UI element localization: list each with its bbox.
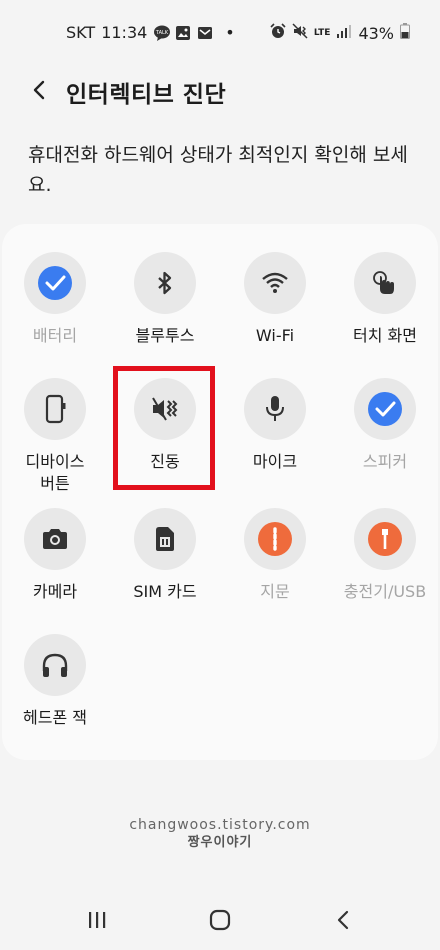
talk-icon: TALK	[153, 25, 171, 41]
test-camera[interactable]: 카메라	[0, 508, 110, 603]
camera-icon	[43, 529, 67, 549]
charger-circle	[354, 508, 416, 570]
speaker-check-circle	[354, 378, 416, 440]
test-touch-screen[interactable]: 터치 화면	[330, 252, 440, 347]
svg-text:TALK: TALK	[155, 30, 169, 36]
tile-label: SIM 카드	[133, 582, 197, 601]
camera-circle	[24, 508, 86, 570]
device-button-icon	[45, 394, 66, 424]
battery-icon	[400, 23, 410, 43]
navigation-bar	[0, 890, 440, 950]
tile-label: 지문	[260, 582, 290, 601]
battery-check-circle	[24, 252, 86, 314]
touch-circle	[354, 252, 416, 314]
tile-label: 블루투스	[135, 326, 195, 345]
sim-card-icon	[156, 527, 174, 551]
status-left: SKT 11:34 TALK •	[66, 23, 235, 42]
battery-percent: 43%	[358, 23, 394, 43]
status-right: LTE 43%	[270, 23, 410, 43]
tile-label: 충전기/USB	[343, 582, 427, 601]
test-fingerprint[interactable]: 지문	[220, 508, 330, 603]
test-charger-usb[interactable]: 충전기/USB	[330, 508, 440, 603]
tile-label: 배터리	[32, 326, 78, 345]
fingerprint-icon	[258, 522, 292, 556]
signal-icon	[336, 23, 352, 43]
watermark: changwoos.tistory.com 짱우이야기	[0, 817, 440, 851]
check-circle-icon	[368, 392, 402, 426]
home-icon	[209, 909, 231, 931]
tile-label: 스피커	[362, 452, 408, 471]
vibrate-status-icon	[292, 23, 308, 43]
tile-label: 디바이스 버튼	[25, 452, 85, 493]
nav-back-button[interactable]	[328, 904, 360, 936]
test-headphone-jack[interactable]: 헤드폰 잭	[0, 634, 110, 729]
test-microphone[interactable]: 마이크	[220, 378, 330, 473]
mail-icon	[197, 25, 213, 41]
more-notifications-dot: •	[225, 23, 235, 42]
test-battery[interactable]: 배터리	[0, 252, 110, 347]
highlight-box	[113, 366, 215, 490]
test-bluetooth[interactable]: 블루투스	[110, 252, 220, 347]
tile-label: Wi-Fi	[255, 326, 295, 345]
microphone-icon	[266, 396, 284, 421]
test-sim-card[interactable]: SIM 카드	[110, 508, 220, 603]
test-device-buttons[interactable]: 디바이스 버튼	[0, 378, 110, 495]
chevron-left-icon	[33, 80, 45, 100]
device-button-circle	[24, 378, 86, 440]
check-circle-icon	[38, 266, 72, 300]
sim-card-circle	[134, 508, 196, 570]
tile-label: 마이크	[252, 452, 298, 471]
watermark-url: changwoos.tistory.com	[129, 817, 311, 833]
recent-apps-button[interactable]	[81, 904, 113, 936]
headphones-circle	[24, 634, 86, 696]
clock: 11:34	[101, 23, 148, 42]
tile-label: 헤드폰 잭	[23, 708, 87, 727]
bluetooth-circle	[134, 252, 196, 314]
tile-label: 터치 화면	[353, 326, 417, 345]
headphones-icon	[42, 653, 68, 677]
microphone-circle	[244, 378, 306, 440]
status-bar: SKT 11:34 TALK • LTE 43%	[0, 0, 440, 66]
watermark-blog-name: 짱우이야기	[187, 835, 253, 850]
tile-label: 카메라	[32, 582, 78, 601]
test-speaker[interactable]: 스피커	[330, 378, 440, 473]
description-text: 휴대전화 하드웨어 상태가 최적인지 확인해 보세요.	[28, 144, 408, 196]
back-arrow-icon	[337, 910, 349, 930]
wifi-circle	[244, 252, 306, 314]
carrier: SKT	[66, 23, 96, 42]
alarm-icon	[270, 23, 286, 43]
network-type: LTE	[313, 27, 331, 38]
bluetooth-icon	[158, 271, 172, 295]
header: 인터렉티브 진단	[0, 66, 440, 116]
charger-icon	[368, 522, 402, 556]
gallery-icon	[175, 25, 191, 41]
test-wifi[interactable]: Wi-Fi	[220, 252, 330, 347]
back-button[interactable]	[26, 76, 54, 104]
wifi-icon	[262, 272, 288, 293]
recent-apps-icon	[89, 912, 106, 928]
fingerprint-circle	[244, 508, 306, 570]
touch-icon	[373, 271, 394, 294]
home-button[interactable]	[204, 904, 236, 936]
page-title: 인터렉티브 진단	[66, 82, 227, 108]
